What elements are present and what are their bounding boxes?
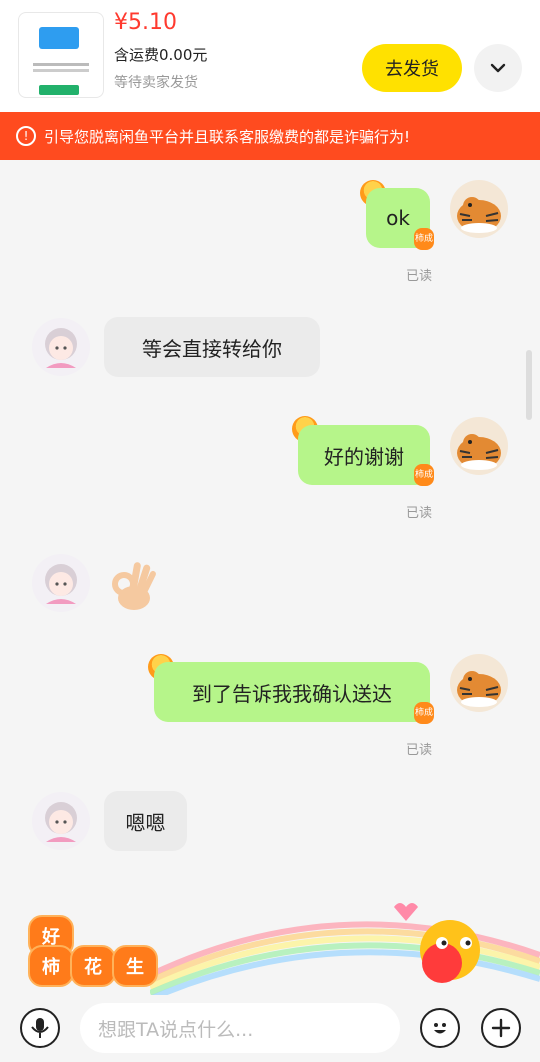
message-text: 到了告诉我我确认送达 [192, 681, 392, 706]
read-receipt: 已读 [406, 743, 433, 758]
emoji-button[interactable] [420, 1008, 460, 1048]
expand-button[interactable] [474, 44, 522, 92]
product-thumb-text [33, 63, 89, 66]
read-receipt: 已读 [406, 506, 433, 521]
contact-avatar[interactable] [32, 792, 90, 850]
warning-text: 引导您脱离闲鱼平台并且联系客服缴费的都是诈骗行为! [44, 127, 411, 146]
message-text: 等会直接转给你 [142, 336, 282, 361]
badge-char: 柿 [414, 708, 424, 718]
decor-tag: 柿 [28, 945, 74, 987]
add-button[interactable] [481, 1008, 521, 1048]
my-avatar[interactable] [450, 180, 508, 238]
ok-hand-icon [112, 562, 156, 610]
plus-icon [491, 1018, 511, 1038]
input-bar: 想跟TA说点什么... [0, 995, 540, 1062]
ship-button[interactable]: 去发货 [362, 44, 462, 92]
smiley-icon [434, 1023, 446, 1034]
rainbow-decoration [150, 903, 540, 995]
input-placeholder: 想跟TA说点什么... [98, 1018, 254, 1041]
fraud-warning-bar: ! 引导您脱离闲鱼平台并且联系客服缴费的都是诈骗行为! [0, 112, 540, 160]
chevron-down-icon [490, 63, 506, 73]
order-header: ¥5.10 含运费0.00元 等待卖家发货 去发货 [0, 0, 540, 112]
decor-char: 花 [84, 957, 102, 978]
persimmon-badge-icon: 柿成 [414, 228, 434, 250]
contact-avatar[interactable] [32, 554, 90, 612]
product-price: ¥5.10 [114, 10, 177, 35]
read-receipt: 已读 [406, 269, 433, 284]
product-thumbnail[interactable] [18, 12, 104, 98]
decor-char: 柿 [42, 957, 60, 978]
message-text: 嗯嗯 [125, 810, 166, 835]
message-text: ok [386, 206, 410, 230]
girl-avatar-icon [45, 564, 77, 604]
ok-hand-emoji[interactable] [102, 554, 162, 614]
decor-tag: 生 [112, 945, 158, 987]
alert-circle-icon: ! [16, 126, 36, 146]
product-card-image [39, 27, 79, 49]
badge-char: 成 [424, 708, 434, 718]
message-bubble-incoming[interactable]: 嗯嗯 [104, 791, 187, 851]
persimmon-badge-icon: 柿成 [414, 702, 434, 724]
contact-avatar[interactable] [32, 318, 90, 376]
voice-button[interactable] [20, 1008, 60, 1048]
badge-char: 柿 [414, 234, 424, 244]
message-bubble-outgoing[interactable]: 好的谢谢 [298, 425, 430, 485]
my-avatar[interactable] [450, 417, 508, 475]
message-input[interactable]: 想跟TA说点什么... [80, 1003, 400, 1053]
decor-tag: 花 [70, 945, 116, 987]
my-avatar[interactable] [450, 654, 508, 712]
girl-avatar-icon [45, 802, 77, 842]
girl-avatar-icon [45, 328, 77, 368]
badge-char: 成 [424, 470, 434, 480]
tiger-avatar-icon [457, 197, 501, 233]
message-bubble-incoming[interactable]: 等会直接转给你 [104, 317, 320, 377]
tiger-avatar-icon [457, 434, 501, 470]
shipping-fee: 含运费0.00元 [114, 46, 208, 64]
microphone-icon [31, 1018, 49, 1038]
decor-char: 生 [126, 957, 144, 978]
order-status: 等待卖家发货 [114, 75, 198, 91]
badge-char: 成 [424, 234, 434, 244]
scrollbar[interactable] [526, 350, 532, 420]
tiger-avatar-icon [457, 671, 501, 707]
chat-area: ok 柿成 已读 等会直接转给你 好的谢谢 柿成 已读 到了告诉我我确认送达 柿… [0, 160, 540, 1020]
persimmon-badge-icon: 柿成 [414, 464, 434, 486]
message-bubble-outgoing[interactable]: 到了告诉我我确认送达 [154, 662, 430, 722]
message-text: 好的谢谢 [324, 444, 404, 469]
product-thumb-button [39, 85, 79, 95]
badge-char: 柿 [414, 470, 424, 480]
